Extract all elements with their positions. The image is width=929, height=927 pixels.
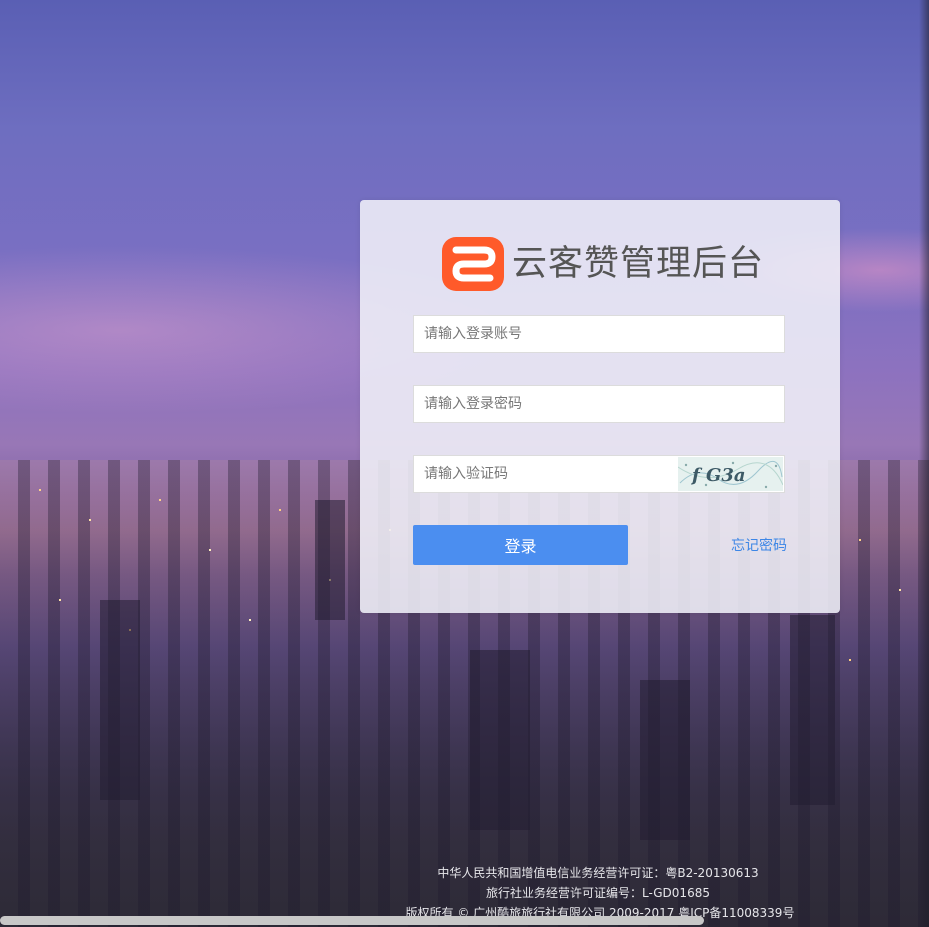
login-page: 云客赞管理后台 f G3a 登录 忘记密码 中华人民 — [0, 0, 929, 927]
account-field — [413, 315, 785, 353]
login-button[interactable]: 登录 — [413, 525, 628, 565]
forgot-password-link[interactable]: 忘记密码 — [731, 535, 787, 555]
account-input[interactable] — [414, 316, 784, 352]
captcha-image[interactable]: f G3a — [678, 457, 783, 491]
brand-title: 云客赞管理后台 — [512, 243, 765, 284]
captcha-field: f G3a — [413, 455, 785, 493]
vertical-scrollbar[interactable] — [919, 0, 929, 927]
footer-travel-license: 旅行社业务经营许可证编号：L-GD01685 — [486, 886, 710, 900]
background-tower — [640, 680, 690, 840]
login-card: 云客赞管理后台 f G3a 登录 忘记密码 — [360, 200, 840, 613]
brand: 云客赞管理后台 — [442, 236, 764, 292]
background-tower — [315, 500, 345, 620]
background-tower — [470, 650, 530, 830]
background-tower — [100, 600, 140, 800]
captcha-text: f G3a — [690, 465, 746, 486]
password-input[interactable] — [414, 386, 784, 422]
logo-icon — [442, 237, 504, 291]
captcha-input[interactable] — [414, 456, 674, 492]
password-field — [413, 385, 785, 423]
horizontal-scrollbar[interactable] — [0, 916, 704, 925]
footer-license: 中华人民共和国增值电信业务经营许可证：粤B2-20130613 — [437, 866, 759, 880]
background-tower — [790, 615, 835, 805]
